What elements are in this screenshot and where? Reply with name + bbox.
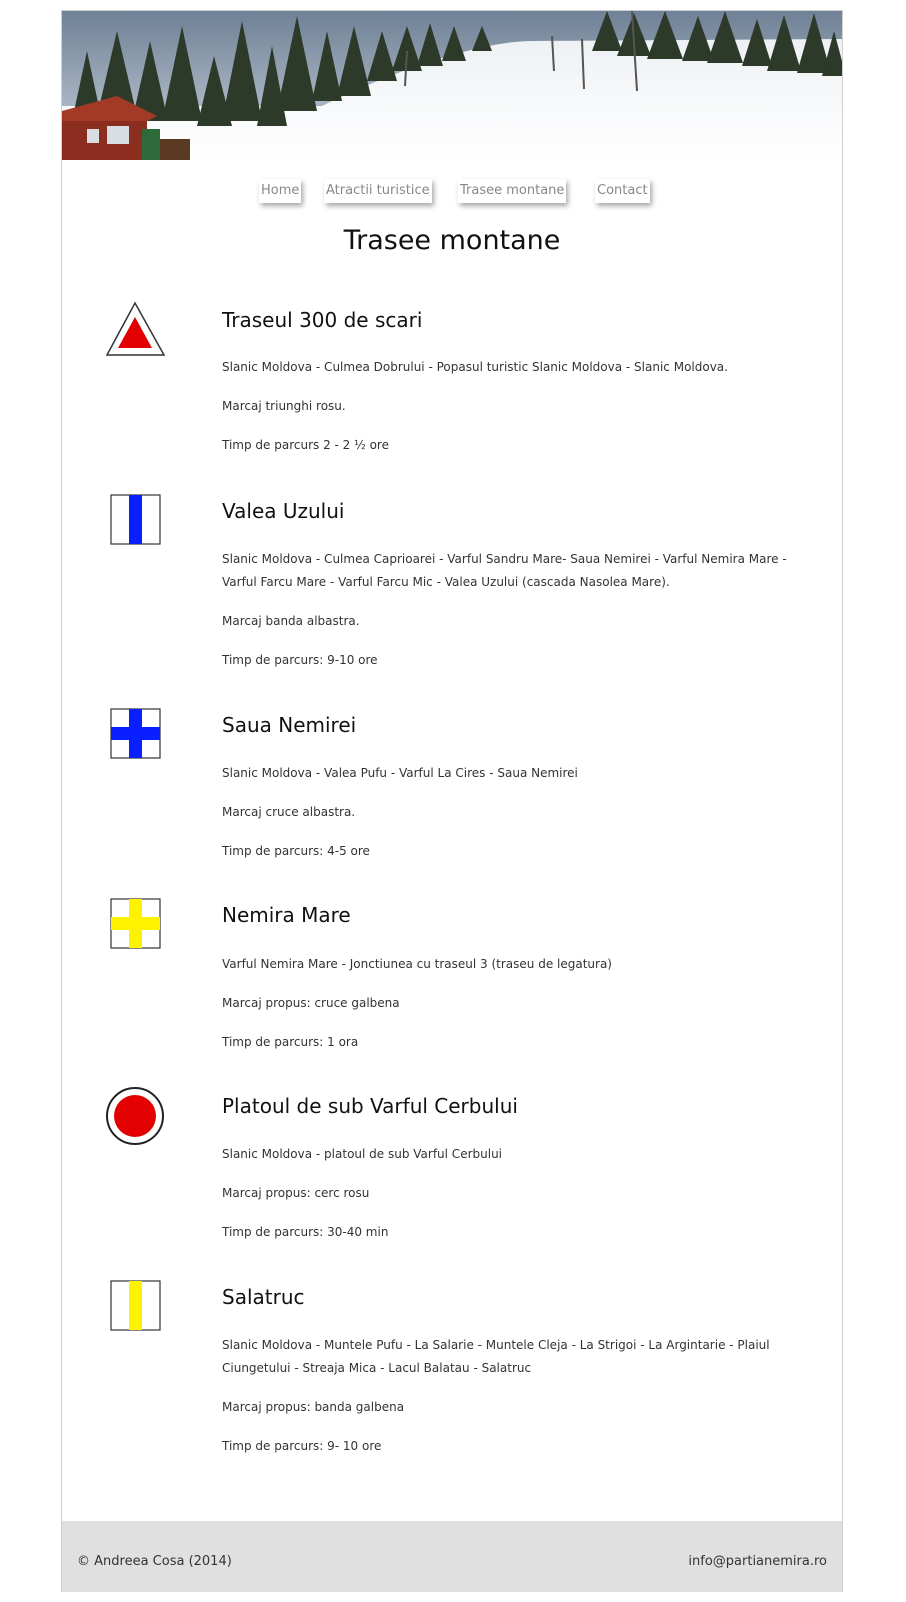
trail-title: Platoul de sub Varful Cerbului	[222, 1094, 518, 1118]
footer-email-link[interactable]: info@partianemira.ro	[688, 1554, 827, 1569]
trail-title: Nemira Mare	[222, 903, 351, 927]
trail-route: Varful Nemira Mare - Jonctiunea cu trase…	[222, 957, 612, 971]
trail-route: Slanic Moldova - Valea Pufu - Varful La …	[222, 766, 578, 780]
footer-copyright: © Andreea Cosa (2014)	[77, 1554, 232, 1569]
trail-duration: Timp de parcurs: 4-5 ore	[222, 844, 370, 858]
trail-route: Slanic Moldova - Culmea Dobrului - Popas…	[222, 360, 728, 374]
trail-title: Salatruc	[222, 1285, 305, 1309]
page-title: Trasee montane	[343, 225, 561, 256]
trail-marking: Marcaj banda albastra.	[222, 614, 360, 628]
red-triangle-marker-icon	[105, 301, 168, 363]
trail-duration: Timp de parcurs: 1 ora	[222, 1035, 359, 1049]
trail-duration: Timp de parcurs: 30-40 min	[222, 1225, 389, 1239]
nav-home[interactable]: Home	[259, 179, 302, 203]
trail-route: Slanic Moldova - platoul de sub Varful C…	[222, 1147, 503, 1161]
trail-route: Slanic Moldova - Culmea Caprioarei - Var…	[222, 552, 787, 589]
trail-duration: Timp de parcurs: 9- 10 ore	[222, 1439, 382, 1453]
trail-title: Valea Uzului	[222, 499, 345, 523]
nav-contact[interactable]: Contact	[595, 179, 650, 203]
yellow-stripe-marker-icon	[106, 1280, 168, 1342]
trail-marking: Marcaj propus: cerc rosu	[222, 1186, 370, 1200]
trail-title: Saua Nemirei	[222, 713, 357, 737]
main-navigation: Home Atractii turistice Trasee montane C…	[62, 179, 842, 209]
trail-marking: Marcaj propus: cruce galbena	[222, 996, 400, 1010]
nav-trasee-montane[interactable]: Trasee montane	[458, 179, 567, 203]
trail-duration: Timp de parcurs: 9-10 ore	[222, 653, 378, 667]
red-circle-marker-icon	[106, 1086, 168, 1148]
trail-marking: Marcaj cruce albastra.	[222, 805, 356, 819]
nav-atractii-turistice[interactable]: Atractii turistice	[324, 179, 432, 203]
blue-stripe-marker-icon	[106, 494, 168, 556]
header-banner-image	[62, 11, 842, 160]
page-container: Home Atractii turistice Trasee montane C…	[61, 10, 843, 1592]
footer: © Andreea Cosa (2014) info@partianemira.…	[62, 1521, 842, 1592]
yellow-cross-marker-icon	[106, 898, 168, 960]
trail-title: Traseul 300 de scari	[222, 308, 423, 332]
trail-marking: Marcaj triunghi rosu.	[222, 399, 346, 413]
trail-marking: Marcaj propus: banda galbena	[222, 1400, 405, 1414]
trail-duration: Timp de parcurs 2 - 2 ½ ore	[222, 438, 389, 452]
blue-cross-marker-icon	[106, 708, 168, 770]
trail-route: Slanic Moldova - Muntele Pufu - La Salar…	[222, 1338, 770, 1375]
